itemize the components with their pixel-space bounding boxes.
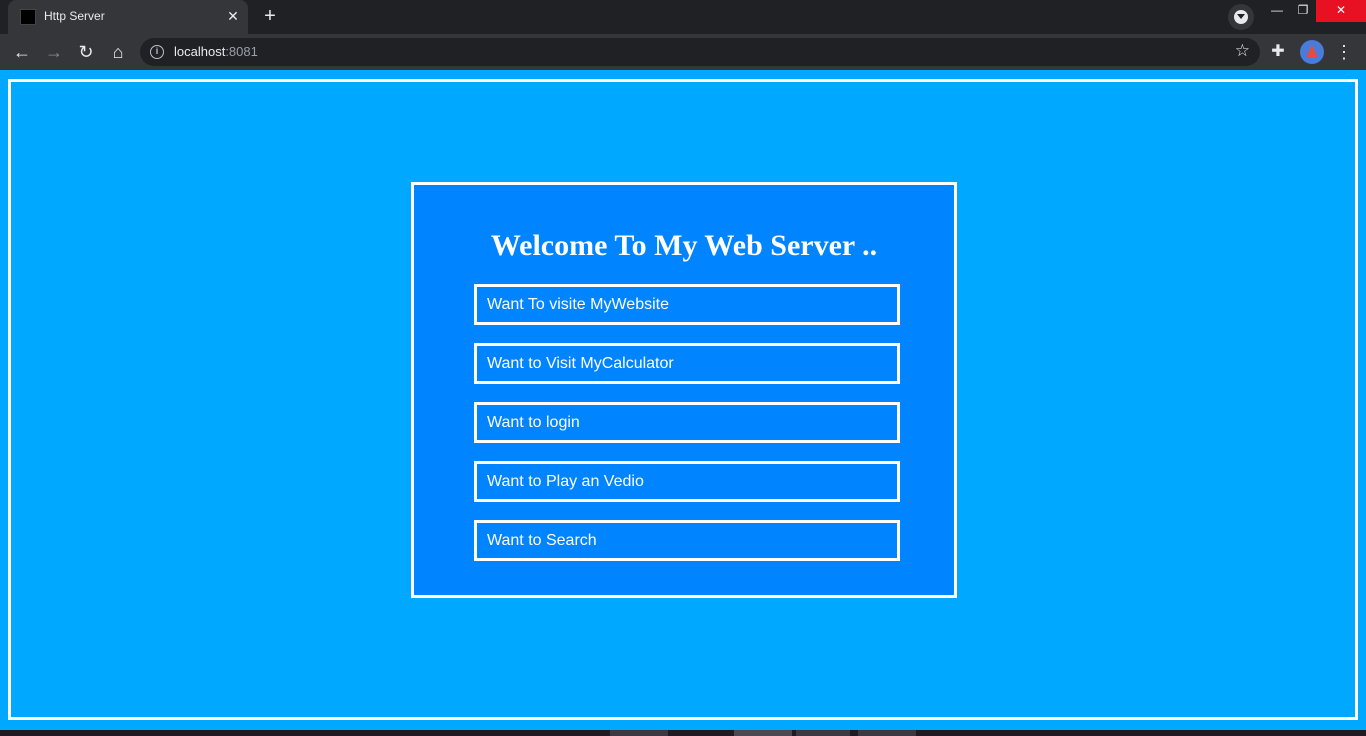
forward-button[interactable]: → <box>40 38 68 66</box>
link-search[interactable]: Want to Search <box>474 520 900 561</box>
bookmark-star-icon[interactable]: ☆ <box>1235 41 1250 61</box>
info-icon[interactable]: i <box>150 45 164 59</box>
taskbar-item[interactable] <box>610 730 668 736</box>
taskbar-item[interactable] <box>858 730 916 736</box>
url-text: localhost:8081 <box>174 44 258 59</box>
new-tab-button[interactable]: + <box>256 4 284 30</box>
tab-strip: Http Server ✕ + — ❐ ✕ <box>0 0 1366 34</box>
home-button[interactable]: ⌂ <box>104 38 132 66</box>
extensions-icon[interactable]: ✚ <box>1268 42 1288 62</box>
taskbar <box>0 730 1366 736</box>
chevron-down-icon <box>1237 14 1245 19</box>
reload-button[interactable]: ↻ <box>72 38 100 66</box>
taskbar-item[interactable] <box>796 730 850 736</box>
link-login[interactable]: Want to login <box>474 402 900 443</box>
link-visit-calculator[interactable]: Want to Visit MyCalculator <box>474 343 900 384</box>
tab-close-icon[interactable]: ✕ <box>224 7 242 25</box>
browser-tab[interactable]: Http Server ✕ <box>8 0 248 34</box>
address-bar[interactable]: i localhost:8081 ☆ <box>140 38 1260 66</box>
browser-menu-icon[interactable]: ⋮ <box>1334 38 1354 66</box>
window-close-button[interactable]: ✕ <box>1316 0 1366 22</box>
tab-search-button[interactable] <box>1228 4 1254 30</box>
page-title: Welcome To My Web Server .. <box>490 229 878 262</box>
favicon-icon <box>20 9 36 25</box>
tab-title: Http Server <box>44 9 105 23</box>
url-host: localhost <box>174 44 226 59</box>
url-port: :8081 <box>225 44 258 59</box>
taskbar-item[interactable] <box>734 730 792 736</box>
page-viewport: Welcome To My Web Server .. Want To visi… <box>0 70 1366 730</box>
browser-toolbar: ← → ↻ ⌂ i localhost:8081 ☆ ✚ ⋮ <box>0 34 1366 70</box>
welcome-card: Welcome To My Web Server .. Want To visi… <box>411 182 957 598</box>
profile-avatar[interactable] <box>1300 40 1324 64</box>
link-visit-website[interactable]: Want To visite MyWebsite <box>474 284 900 325</box>
link-play-video[interactable]: Want to Play an Vedio <box>474 461 900 502</box>
back-button[interactable]: ← <box>8 38 36 66</box>
